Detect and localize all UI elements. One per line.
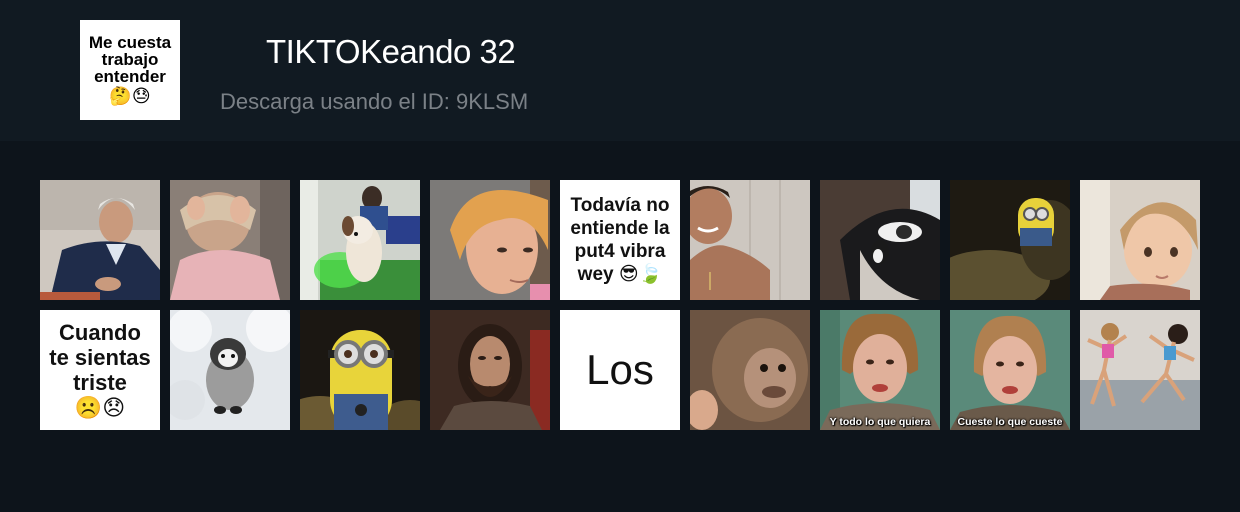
pack-title: TIKTOKeando 32 xyxy=(266,33,516,70)
pack-header: Me cuesta trabajo entender 🤔😓 TIKTOKeand… xyxy=(0,0,1240,141)
sticker-dog-in-classroom[interactable] xyxy=(300,180,420,300)
sticker-woman-todo-lo-que-quiera[interactable]: Y todo lo que quiera xyxy=(820,310,940,430)
sticker-caption: Cueste lo que cueste xyxy=(957,416,1063,428)
sticker-text-line: te sientas xyxy=(49,345,151,370)
sticker-girl-hands-on-head-image xyxy=(170,180,290,300)
sticker-smiling-shirtless-man-image xyxy=(690,180,810,300)
sticker-minion-closeup-image xyxy=(300,310,420,430)
sticker-text-line: triste xyxy=(73,370,127,395)
sticker-woman-cueste-lo-que-cueste-image xyxy=(950,310,1070,430)
sticker-minion-closeup[interactable] xyxy=(300,310,420,430)
sticker-minion-dark[interactable] xyxy=(950,180,1070,300)
sticker-monkey-face-image xyxy=(690,310,810,430)
sticker-bearded-man-image xyxy=(430,310,550,430)
sticker-dog-closeup-image xyxy=(820,180,940,300)
sticker-text-line: put4 vibra xyxy=(574,241,666,262)
sticker-woman-cueste-lo-que-cueste[interactable]: Cueste lo que cueste xyxy=(950,310,1070,430)
sticker-todavia-no-entiende[interactable]: Todavía no entiende la put4 vibra wey 😎🍃 xyxy=(560,180,680,300)
sticker-los[interactable]: Los xyxy=(560,310,680,430)
sticker-text-line: Todavía no xyxy=(570,195,670,216)
pack-download-id: Descarga usando el ID: 9KLSM xyxy=(220,89,529,114)
thinking-sad-emoji-icon: 🤔😓 xyxy=(109,85,151,106)
sticker-text-line: entiende la xyxy=(570,218,670,239)
sticker-man-at-desk[interactable] xyxy=(40,180,160,300)
sticker-minion-dark-image xyxy=(950,180,1070,300)
sticker-man-at-desk-image xyxy=(40,180,160,300)
sticker-boy-orange-hair-image xyxy=(430,180,550,300)
sticker-dog-closeup[interactable] xyxy=(820,180,940,300)
sticker-baby-penguin[interactable] xyxy=(170,310,290,430)
sticker-boy-orange-hair[interactable] xyxy=(430,180,550,300)
sticker-two-girls-dancing-image xyxy=(1080,310,1200,430)
pack-thumbnail-line-3: entender xyxy=(94,66,166,86)
sticker-text-line: wey 😎🍃 xyxy=(577,264,663,285)
sticker-monkey-face[interactable] xyxy=(690,310,810,430)
sticker-text-line: Cuando xyxy=(59,320,141,345)
sticker-caption: Y todo lo que quiera xyxy=(829,416,931,428)
sticker-text: Los xyxy=(586,346,654,393)
sticker-dog-in-classroom-image xyxy=(300,180,420,300)
sticker-smiling-shirtless-man[interactable] xyxy=(690,180,810,300)
sticker-girl-hands-on-head[interactable] xyxy=(170,180,290,300)
sticker-woman-todo-lo-que-quiera-image xyxy=(820,310,940,430)
sticker-bearded-man[interactable] xyxy=(430,310,550,430)
pack-thumbnail[interactable]: Me cuesta trabajo entender 🤔😓 xyxy=(80,20,180,120)
sticker-grid: Todavía no entiende la put4 vibra wey 😎🍃 xyxy=(40,180,1200,430)
sad-faces-emoji-icon: ☹️😞 xyxy=(74,395,126,420)
pack-thumbnail-line-1: Me cuesta xyxy=(88,32,172,52)
pack-thumbnail-line-2: trabajo xyxy=(101,49,159,69)
sticker-little-girl-image xyxy=(1080,180,1200,300)
sticker-little-girl[interactable] xyxy=(1080,180,1200,300)
sticker-baby-penguin-image xyxy=(170,310,290,430)
sticker-two-girls-dancing[interactable] xyxy=(1080,310,1200,430)
sticker-cuando-te-sientas-triste[interactable]: Cuando te sientas triste ☹️😞 xyxy=(40,310,160,430)
